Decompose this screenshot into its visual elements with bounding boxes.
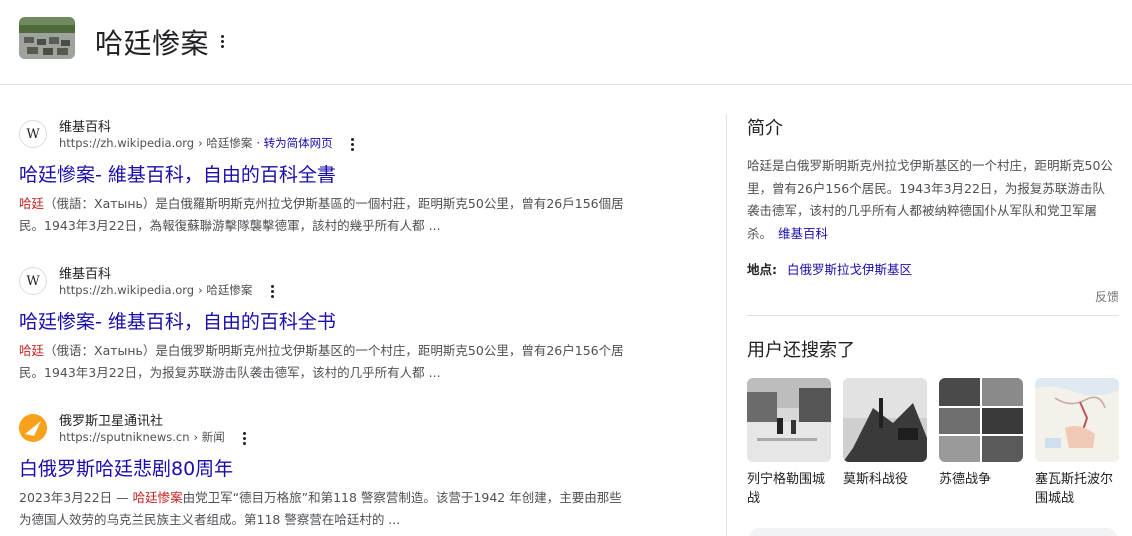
snippet-highlight: 哈廷惨案: [132, 490, 183, 505]
result-url-line: https://sputniknews.cn › 新闻: [59, 429, 251, 445]
eastern-front-photo-thumbnail: [939, 378, 1023, 462]
result-title-link[interactable]: 白俄罗斯哈廷悲剧80周年: [19, 454, 629, 481]
search-result: 俄罗斯卫星通讯社 https://sputniknews.cn › 新闻 白俄罗…: [19, 410, 629, 531]
result-url: https://sputniknews.cn: [59, 430, 190, 444]
search-result: W 维基百科 https://zh.wikipedia.org › 哈廷惨案 哈…: [19, 263, 629, 384]
result-more-icon[interactable]: [347, 136, 359, 151]
also-searched-item[interactable]: 列宁格勒围城战: [747, 378, 831, 508]
kp-bottom-card: [749, 528, 1117, 536]
sevastopol-map-thumbnail: [1035, 378, 1119, 462]
leningrad-photo-thumbnail: [747, 378, 831, 462]
result-title-link[interactable]: 哈廷惨案- 维基百科，自由的百科全书: [19, 307, 629, 334]
also-searched-label: 苏德战争: [939, 472, 992, 487]
also-searched-label: 莫斯科战役: [843, 472, 909, 487]
also-searched-heading: 用户还搜索了: [747, 340, 855, 361]
result-title-link[interactable]: 哈廷慘案- 維基百科，自由的百科全書: [19, 160, 629, 187]
column-divider: [726, 114, 727, 536]
also-searched-item[interactable]: 莫斯科战役: [843, 378, 927, 508]
kp-description: 哈廷是白俄罗斯明斯克州拉戈伊斯基区的一个村庄，距明斯克50公里，曾有26户156…: [747, 155, 1115, 245]
snippet-text: （俄语：Хатынь）是白俄罗斯明斯克州拉戈伊斯基区的一个村庄，距明斯克50公里…: [19, 343, 624, 380]
kp-location-row: 地点: 白俄罗斯拉戈伊斯基区: [747, 259, 1119, 278]
result-site-name: 俄罗斯卫星通讯社: [59, 414, 164, 429]
result-breadcrumb: › 哈廷惨案: [198, 283, 253, 297]
result-url-line: https://zh.wikipedia.org › 哈廷惨案: [59, 282, 278, 298]
search-result: W 维基百科 https://zh.wikipedia.org › 哈廷慘案 ·…: [19, 116, 629, 237]
also-searched-label: 列宁格勒围城战: [747, 472, 826, 506]
result-site-name: 维基百科: [59, 267, 112, 282]
snippet-highlight: 哈廷: [19, 196, 45, 211]
result-more-icon[interactable]: [239, 430, 251, 445]
sputnik-favicon-icon: [19, 414, 47, 442]
result-breadcrumb: › 哈廷慘案: [198, 136, 253, 150]
entity-title: 哈廷惨案: [95, 27, 210, 60]
result-source[interactable]: W 维基百科 https://zh.wikipedia.org › 哈廷慘案 ·…: [19, 116, 629, 152]
kp-location-link[interactable]: 白俄罗斯拉戈伊斯基区: [787, 262, 912, 277]
result-url: https://zh.wikipedia.org: [59, 283, 195, 297]
translate-link[interactable]: · 转为简体网页: [256, 135, 332, 151]
kp-heading: 简介: [747, 118, 783, 139]
result-source[interactable]: W 维基百科 https://zh.wikipedia.org › 哈廷惨案: [19, 263, 629, 299]
snippet-highlight: 哈廷: [19, 343, 45, 358]
entity-header: 哈廷惨案: [0, 0, 1132, 85]
result-site-name: 维基百科: [59, 120, 112, 135]
also-searched-item[interactable]: 苏德战争: [939, 378, 1023, 508]
also-searched-grid: 列宁格勒围城战 莫斯科战役 苏德战争 塞瓦斯托波尔围城战: [747, 378, 1119, 508]
kp-location-label: 地点:: [747, 262, 777, 277]
kp-source-link[interactable]: 维基百科: [778, 226, 828, 241]
also-searched-label: 塞瓦斯托波尔围城战: [1035, 472, 1114, 506]
result-more-icon[interactable]: [266, 283, 278, 298]
moscow-battle-photo-thumbnail: [843, 378, 927, 462]
more-options-icon[interactable]: [214, 33, 230, 53]
result-snippet: 2023年3月22日 — 哈廷惨案由党卫军“德目万格旅”和第118 警察营制造。…: [19, 487, 624, 531]
snippet-date: 2023年3月22日 —: [19, 490, 133, 505]
result-source[interactable]: 俄罗斯卫星通讯社 https://sputniknews.cn › 新闻: [19, 410, 629, 446]
feedback-link[interactable]: 反馈: [747, 288, 1119, 305]
result-breadcrumb: › 新闻: [193, 430, 225, 444]
wikipedia-favicon-icon: W: [19, 120, 47, 148]
result-url-line: https://zh.wikipedia.org › 哈廷慘案 · 转为简体网页: [59, 135, 359, 151]
entity-thumbnail-image[interactable]: [19, 17, 75, 59]
knowledge-panel: 简介 哈廷是白俄罗斯明斯克州拉戈伊斯基区的一个村庄，距明斯克50公里，曾有26户…: [747, 114, 1119, 508]
result-snippet: 哈廷（俄語：Хатынь）是白俄羅斯明斯克州拉戈伊斯基區的一個村莊，距明斯克50…: [19, 193, 624, 237]
kp-separator: [747, 315, 1119, 316]
also-searched-item[interactable]: 塞瓦斯托波尔围城战: [1035, 378, 1119, 508]
wikipedia-favicon-icon: W: [19, 267, 47, 295]
snippet-text: （俄語：Хатынь）是白俄羅斯明斯克州拉戈伊斯基區的一個村莊，距明斯克50公里…: [19, 196, 624, 233]
result-url: https://zh.wikipedia.org: [59, 136, 195, 150]
result-snippet: 哈廷（俄语：Хатынь）是白俄罗斯明斯克州拉戈伊斯基区的一个村庄，距明斯克50…: [19, 340, 624, 384]
